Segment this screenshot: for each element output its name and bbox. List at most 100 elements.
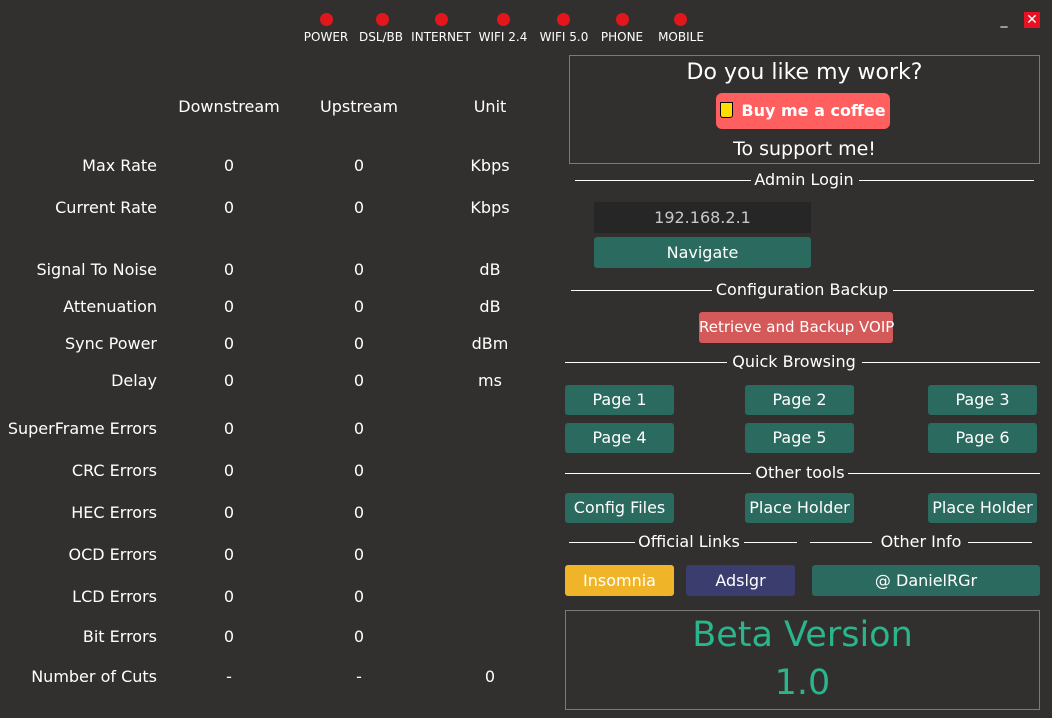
lcd-errors-down: 0 (223, 587, 235, 606)
dsl-led (376, 13, 389, 26)
row-label-current-rate: Current Rate (55, 198, 157, 217)
config-files-button[interactable]: Config Files (565, 493, 674, 523)
adslgr-link-button[interactable]: Adslgr (686, 565, 795, 596)
quick-browsing-title: Quick Browsing (732, 352, 856, 371)
configuration-backup-section-header: Configuration Backup (571, 280, 1034, 300)
placeholder-button-2[interactable]: Place Holder (928, 493, 1037, 523)
row-label-superframe-errors: SuperFrame Errors (7, 419, 157, 438)
sync-power-down: 0 (223, 334, 235, 353)
ocd-errors-up: 0 (353, 545, 365, 564)
divider-line (862, 362, 1040, 363)
divider-line (565, 362, 727, 363)
divider-line (810, 542, 872, 543)
divider-line (893, 290, 1034, 291)
attenuation-up: 0 (353, 297, 365, 316)
row-label-max-rate: Max Rate (82, 156, 157, 175)
header-downstream: Downstream (178, 97, 280, 116)
admin-login-title: Admin Login (754, 170, 854, 189)
buy-me-a-coffee-button[interactable]: Buy me a coffee (716, 93, 890, 129)
other-tools-section-header: Other tools (565, 463, 1040, 483)
wifi24-led-label: WIFI 2.4 (478, 30, 528, 44)
bit-errors-up: 0 (353, 627, 365, 646)
dsl-led-label: DSL/BB (358, 30, 404, 44)
snr-up: 0 (353, 260, 365, 279)
author-link-button[interactable]: @ DanielRGr (812, 565, 1040, 596)
mobile-led (674, 13, 687, 26)
placeholder-button-1[interactable]: Place Holder (745, 493, 854, 523)
row-label-number-of-cuts: Number of Cuts (31, 667, 157, 686)
divider-line (575, 180, 751, 181)
beta-version-label: Beta Version (692, 615, 913, 655)
router-ip-input[interactable]: 192.168.2.1 (594, 202, 811, 233)
quick-browsing-section-header: Quick Browsing (565, 352, 1040, 372)
divider-line (565, 473, 751, 474)
divider-line (569, 542, 635, 543)
sync-power-up: 0 (353, 334, 365, 353)
divider-line (571, 290, 712, 291)
page-3-button[interactable]: Page 3 (928, 385, 1037, 415)
header-upstream: Upstream (320, 97, 398, 116)
max-rate-unit: Kbps (470, 156, 510, 175)
page-1-button[interactable]: Page 1 (565, 385, 674, 415)
attenuation-unit: dB (479, 297, 501, 316)
row-label-ocd-errors: OCD Errors (68, 545, 157, 564)
retrieve-backup-voip-button[interactable]: Retrieve and Backup VOIP (699, 312, 894, 343)
version-number: 1.0 (774, 663, 831, 703)
sync-power-unit: dBm (471, 334, 509, 353)
lcd-errors-up: 0 (353, 587, 365, 606)
delay-unit: ms (478, 371, 502, 390)
version-panel: Beta Version 1.0 (565, 610, 1040, 710)
official-links-title: Official Links (638, 532, 740, 551)
row-label-lcd-errors: LCD Errors (72, 587, 157, 606)
buy-me-a-coffee-label: Buy me a coffee (741, 101, 886, 120)
cuts-up: - (356, 667, 362, 686)
row-label-sync-power: Sync Power (64, 334, 157, 353)
internet-led (435, 13, 448, 26)
power-led-label: POWER (303, 30, 349, 44)
page-4-button[interactable]: Page 4 (565, 423, 674, 453)
divider-line (744, 542, 797, 543)
wifi50-led-label: WIFI 5.0 (539, 30, 589, 44)
bit-errors-down: 0 (223, 627, 235, 646)
row-label-delay: Delay (111, 371, 157, 390)
official-links-section-header: Official Links (569, 532, 797, 552)
page-5-button[interactable]: Page 5 (745, 423, 854, 453)
phone-led-label: PHONE (600, 30, 644, 44)
page-2-button[interactable]: Page 2 (745, 385, 854, 415)
hec-errors-up: 0 (353, 503, 365, 522)
power-led (320, 13, 333, 26)
phone-led (616, 13, 629, 26)
minimize-button[interactable]: _ (996, 12, 1012, 28)
donate-title: Do you like my work? (686, 60, 923, 85)
delay-down: 0 (223, 371, 235, 390)
donate-panel: Do you like my work? Buy me a coffee To … (569, 55, 1040, 164)
other-info-title: Other Info (880, 532, 962, 551)
page-6-button[interactable]: Page 6 (928, 423, 1037, 453)
mobile-led-label: MOBILE (658, 30, 704, 44)
snr-down: 0 (223, 260, 235, 279)
cuts-down: - (226, 667, 232, 686)
other-info-section-header: Other Info (810, 532, 1032, 552)
max-rate-down: 0 (223, 156, 235, 175)
current-rate-down: 0 (223, 198, 235, 217)
hec-errors-down: 0 (223, 503, 235, 522)
internet-led-label: INTERNET (411, 30, 471, 44)
row-label-bit-errors: Bit Errors (82, 627, 157, 646)
divider-line (848, 473, 1040, 474)
other-tools-title: Other tools (755, 463, 845, 482)
current-rate-up: 0 (353, 198, 365, 217)
divider-line (859, 180, 1034, 181)
configuration-backup-title: Configuration Backup (715, 280, 889, 299)
cuts-total: 0 (484, 667, 496, 686)
current-rate-unit: Kbps (470, 198, 510, 217)
row-label-attenuation: Attenuation (63, 297, 157, 316)
close-button[interactable]: ✕ (1024, 12, 1040, 28)
donate-subtitle: To support me! (733, 138, 876, 160)
navigate-button[interactable]: Navigate (594, 237, 811, 268)
wifi50-led (557, 13, 570, 26)
ocd-errors-down: 0 (223, 545, 235, 564)
crc-errors-up: 0 (353, 461, 365, 480)
superframe-errors-up: 0 (353, 419, 365, 438)
coffee-cup-icon (720, 102, 734, 118)
insomnia-link-button[interactable]: Insomnia (565, 565, 674, 596)
